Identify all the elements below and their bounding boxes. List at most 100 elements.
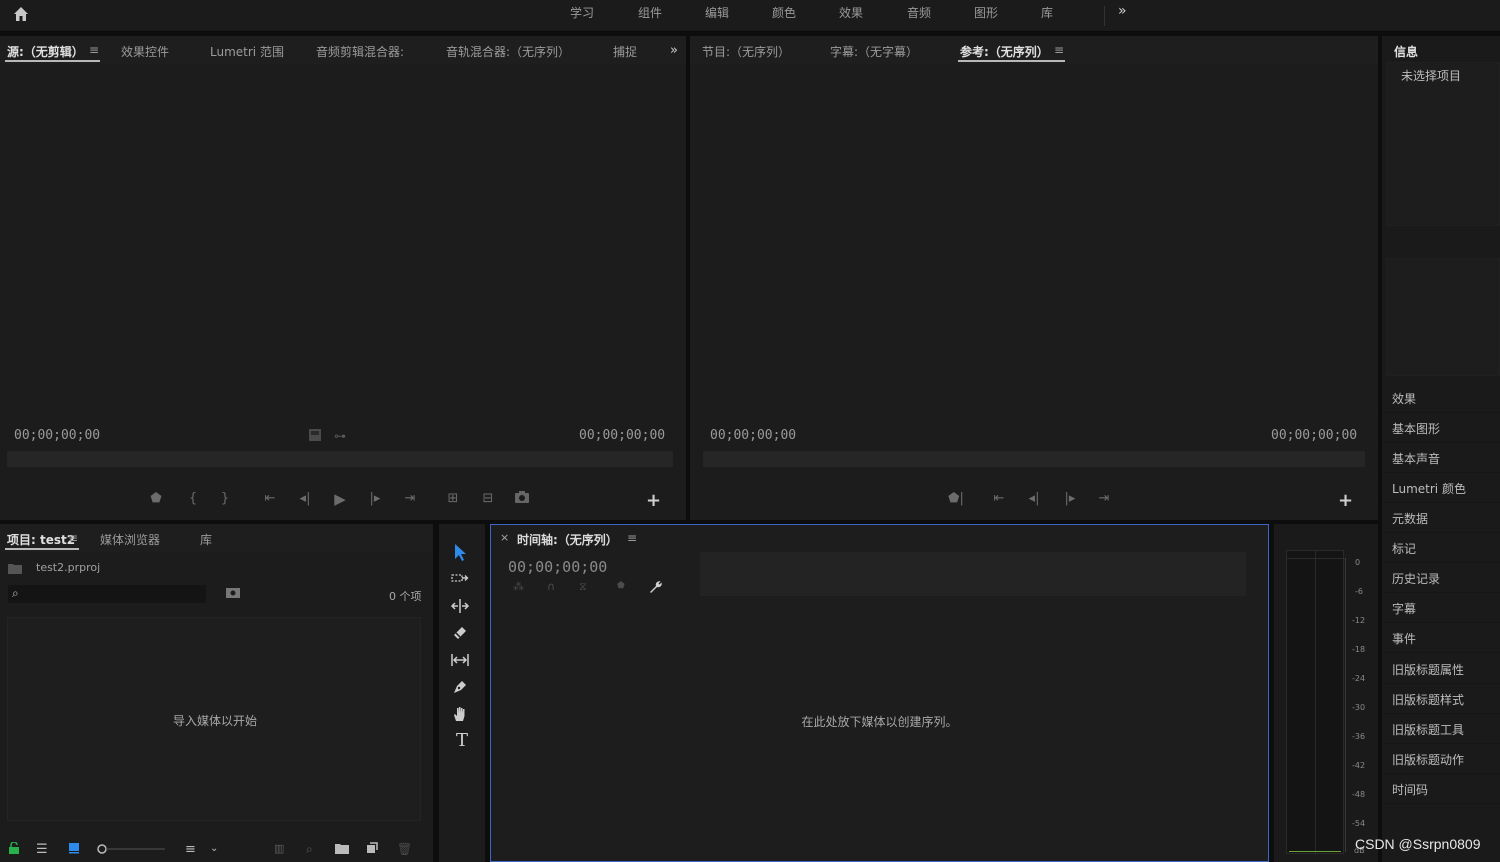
add-marker-icon[interactable]: ⬟: [617, 581, 625, 591]
tab-program[interactable]: 节目:（无序列）: [702, 43, 790, 60]
timeline-timecode[interactable]: 00;00;00;00: [508, 558, 607, 576]
marker-icon[interactable]: ⬟|: [946, 491, 966, 506]
type-tool-icon[interactable]: T: [450, 730, 474, 752]
new-item-icon[interactable]: [366, 842, 378, 854]
panel-item-metadata[interactable]: 元数据: [1392, 510, 1428, 527]
program-scrubber[interactable]: [703, 451, 1365, 467]
go-to-out-icon[interactable]: ⇥: [1094, 491, 1114, 506]
panel-item-lumetri-color[interactable]: Lumetri 颜色: [1392, 480, 1466, 497]
panel-item-essential-graphics[interactable]: 基本图形: [1392, 420, 1440, 437]
panel-item-captions[interactable]: 字幕: [1392, 600, 1416, 617]
drag-video-icon[interactable]: ⊶: [334, 429, 346, 443]
tab-source[interactable]: 源:（无剪辑）: [7, 43, 84, 60]
new-search-bin-icon[interactable]: [226, 587, 240, 599]
source-scrubber[interactable]: [7, 451, 673, 467]
program-timecode-current[interactable]: 00;00;00;00: [710, 428, 796, 443]
tabs-overflow-button[interactable]: »: [670, 43, 678, 58]
home-icon[interactable]: [12, 5, 30, 23]
selection-tool-icon[interactable]: [450, 542, 474, 564]
pen-tool-icon[interactable]: [450, 677, 474, 699]
tab-capture[interactable]: 捕捉: [613, 43, 637, 60]
workspace-tab-learn[interactable]: 学习: [570, 4, 594, 21]
panel-item-legacy-title-styles[interactable]: 旧版标题样式: [1392, 691, 1464, 708]
linked-selection-icon[interactable]: ⧖: [579, 580, 587, 594]
step-back-icon[interactable]: ◂|: [295, 491, 315, 506]
panel-item-events[interactable]: 事件: [1392, 630, 1416, 647]
step-back-icon[interactable]: ◂|: [1024, 491, 1044, 506]
tab-audio-track-mixer[interactable]: 音轨混合器:（无序列）: [446, 43, 570, 60]
track-select-tool-icon[interactable]: [450, 569, 474, 591]
lock-icon[interactable]: [8, 842, 20, 854]
workspace-tab-color[interactable]: 颜色: [772, 4, 796, 21]
icon-view-icon[interactable]: [68, 842, 80, 854]
hand-tool-icon[interactable]: [450, 704, 474, 726]
workspace-tab-assembly[interactable]: 组件: [638, 4, 662, 21]
step-forward-icon[interactable]: |▸: [365, 491, 385, 506]
tab-reference[interactable]: 参考:（无序列）: [960, 43, 1049, 60]
ripple-edit-tool-icon[interactable]: [450, 596, 474, 618]
project-drop-area[interactable]: 导入媒体以开始: [7, 617, 421, 821]
sort-chevron-down-icon[interactable]: ⌄: [210, 843, 218, 854]
workspace-tab-editing[interactable]: 编辑: [705, 4, 729, 21]
nest-sequence-icon[interactable]: ⁂: [513, 580, 524, 593]
panel-item-legacy-title-actions[interactable]: 旧版标题动作: [1392, 751, 1464, 768]
info-panel-title[interactable]: 信息: [1394, 43, 1418, 60]
button-editor-add-icon[interactable]: +: [1338, 490, 1353, 511]
panel-item-legacy-title-tools[interactable]: 旧版标题工具: [1392, 721, 1464, 738]
go-to-out-icon[interactable]: ⇥: [400, 491, 420, 506]
panel-menu-icon[interactable]: ≡: [89, 43, 99, 57]
slip-tool-icon[interactable]: [450, 650, 474, 672]
automate-to-sequence-icon[interactable]: ▥: [274, 842, 284, 855]
time-ruler[interactable]: [700, 552, 1246, 596]
trash-icon[interactable]: 🗑: [397, 842, 412, 856]
razor-tool-icon[interactable]: [450, 623, 474, 645]
workspace-tab-audio[interactable]: 音频: [907, 4, 931, 21]
meter-scale-label: 0: [1355, 558, 1361, 567]
tab-libraries[interactable]: 库: [200, 531, 212, 548]
overwrite-icon[interactable]: ⊟: [478, 491, 498, 506]
add-marker-icon[interactable]: ⬟: [146, 491, 166, 506]
sort-icon[interactable]: ≡: [185, 842, 196, 857]
tab-media-browser[interactable]: 媒体浏览器: [100, 531, 160, 548]
mark-out-icon[interactable]: }: [215, 491, 235, 506]
close-icon[interactable]: ×: [500, 531, 509, 544]
play-icon[interactable]: ▶: [330, 490, 350, 508]
panel-item-history[interactable]: 历史记录: [1392, 570, 1440, 587]
peak-indicators[interactable]: [1287, 551, 1345, 559]
panel-menu-icon[interactable]: ≡: [627, 531, 637, 545]
tab-project[interactable]: 项目: test2: [7, 531, 75, 548]
go-to-in-icon[interactable]: ⇤: [260, 491, 280, 506]
list-view-icon[interactable]: ☰: [36, 842, 48, 857]
workspace-tab-effects[interactable]: 效果: [839, 4, 863, 21]
new-bin-icon[interactable]: [335, 842, 349, 854]
insert-icon[interactable]: ⊞: [443, 491, 463, 506]
safe-margin-icon[interactable]: [308, 428, 322, 442]
tab-lumetri-scopes[interactable]: Lumetri 范围: [210, 43, 284, 60]
panel-item-effects[interactable]: 效果: [1392, 390, 1416, 407]
source-timecode-current[interactable]: 00;00;00;00: [14, 428, 100, 443]
panel-menu-icon[interactable]: ≡: [68, 531, 78, 545]
workspace-overflow-button[interactable]: »: [1118, 3, 1127, 19]
panel-item-essential-sound[interactable]: 基本声音: [1392, 450, 1440, 467]
tab-audio-clip-mixer[interactable]: 音频剪辑混合器:: [316, 43, 404, 60]
button-editor-add-icon[interactable]: +: [646, 490, 661, 511]
panel-item-legacy-title-properties[interactable]: 旧版标题属性: [1392, 661, 1464, 678]
find-icon[interactable]: ⌕: [306, 842, 313, 857]
export-frame-icon[interactable]: [514, 490, 534, 504]
tab-effect-controls[interactable]: 效果控件: [121, 43, 169, 60]
mark-in-icon[interactable]: {: [183, 491, 203, 506]
project-search-field[interactable]: ⌕: [8, 585, 206, 603]
workspace-tab-graphics[interactable]: 图形: [974, 4, 998, 21]
snap-icon[interactable]: ∩: [547, 580, 555, 593]
panel-item-markers[interactable]: 标记: [1392, 540, 1416, 557]
project-search-input[interactable]: [28, 585, 202, 603]
step-forward-icon[interactable]: |▸: [1060, 491, 1080, 506]
wrench-icon[interactable]: [648, 579, 664, 595]
go-to-in-icon[interactable]: ⇤: [989, 491, 1009, 506]
timeline-title[interactable]: 时间轴:（无序列）: [517, 531, 618, 548]
zoom-slider[interactable]: [97, 844, 167, 854]
panel-item-timecode[interactable]: 时间码: [1392, 781, 1428, 798]
workspace-tab-libraries[interactable]: 库: [1041, 4, 1053, 21]
tab-captions[interactable]: 字幕:（无字幕）: [830, 43, 918, 60]
panel-menu-icon[interactable]: ≡: [1054, 43, 1064, 57]
